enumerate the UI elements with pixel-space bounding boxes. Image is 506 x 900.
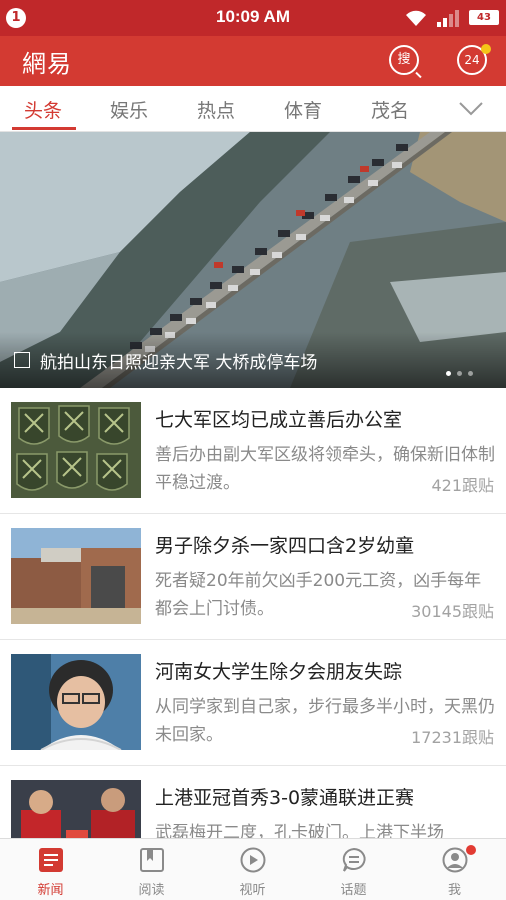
tab-hot[interactable]: 热点 [197, 96, 235, 123]
carousel-dot [446, 371, 451, 376]
status-bar: 1 10:09 AM 43 [0, 0, 506, 36]
channel-tabs: 头条 娱乐 热点 体育 茂名 [0, 86, 506, 132]
article-thumbnail-portrait [11, 654, 141, 750]
tab-headlines[interactable]: 头条 [24, 96, 62, 123]
app-bar: 網易 搜 24 [0, 36, 506, 86]
nav-label: 我 [447, 883, 461, 898]
nav-topics[interactable]: 话题 [303, 839, 404, 900]
message-dot [481, 44, 491, 54]
article-title: 河南女大学生除夕会朋友失踪 [155, 661, 403, 683]
article-title: 上港亚冠首秀3-0蒙通联进正赛 [155, 787, 415, 809]
tab-maoming[interactable]: 茂名 [371, 96, 409, 123]
nav-video[interactable]: 视听 [202, 839, 303, 900]
article-title: 男子除夕杀一家四口含2岁幼童 [155, 535, 415, 557]
news-item[interactable]: 男子除夕杀一家四口含2岁幼童 死者疑20年前欠凶手200元工资，凶手每年都会上门… [0, 514, 506, 640]
bottom-navigation: 新闻 阅读 视听 话题 我 [0, 838, 506, 900]
article-thumbnail-house [11, 528, 141, 624]
nav-label: 阅读 [138, 883, 165, 898]
hero-caption: 航拍山东日照迎亲大军 大桥成停车场 [40, 353, 318, 373]
search-button[interactable]: 搜 [389, 45, 419, 75]
comment-count: 17231跟贴 [411, 728, 494, 747]
tab-entertainment[interactable]: 娱乐 [110, 96, 148, 123]
status-time: 10:09 AM [215, 7, 290, 26]
article-thumbnail-badges [11, 402, 141, 498]
comment-count: 30145跟贴 [411, 602, 494, 621]
tab-sports[interactable]: 体育 [284, 96, 322, 123]
chat-icon [342, 847, 366, 872]
carousel-dot [468, 371, 473, 376]
comment-count: 421跟贴 [431, 476, 494, 495]
nav-label: 视听 [239, 883, 266, 898]
carousel-indicator [446, 361, 479, 380]
notification-dot [466, 845, 476, 855]
signal-icon [437, 10, 459, 27]
app-logo: 網易 [22, 50, 72, 78]
user-icon [442, 847, 468, 873]
gallery-icon [14, 352, 30, 368]
nav-news[interactable]: 新闻 [0, 839, 101, 900]
nav-reading[interactable]: 阅读 [101, 839, 202, 900]
hero-banner[interactable]: 航拍山东日照迎亲大军 大桥成停车场 [0, 132, 506, 388]
wifi-icon [406, 10, 426, 26]
book-icon [140, 848, 164, 872]
play-icon [240, 847, 266, 873]
carousel-dot [457, 371, 462, 376]
news-icon [39, 848, 63, 872]
nav-me[interactable]: 我 [404, 839, 505, 900]
news-item[interactable]: 七大军区均已成立善后办公室 善后办由副大军区级将领牵头，确保新旧体制平稳过渡。 … [0, 388, 506, 514]
article-title: 七大军区均已成立善后办公室 [155, 409, 403, 431]
chevron-down-icon[interactable] [458, 96, 484, 120]
nav-label: 话题 [340, 883, 367, 898]
battery-icon: 43 [469, 10, 499, 25]
nav-label: 新闻 [37, 883, 64, 898]
news-item[interactable]: 河南女大学生除夕会朋友失踪 从同学家到自己家，步行最多半小时，天黑仍未回家。 1… [0, 640, 506, 766]
tab-indicator [12, 127, 76, 130]
